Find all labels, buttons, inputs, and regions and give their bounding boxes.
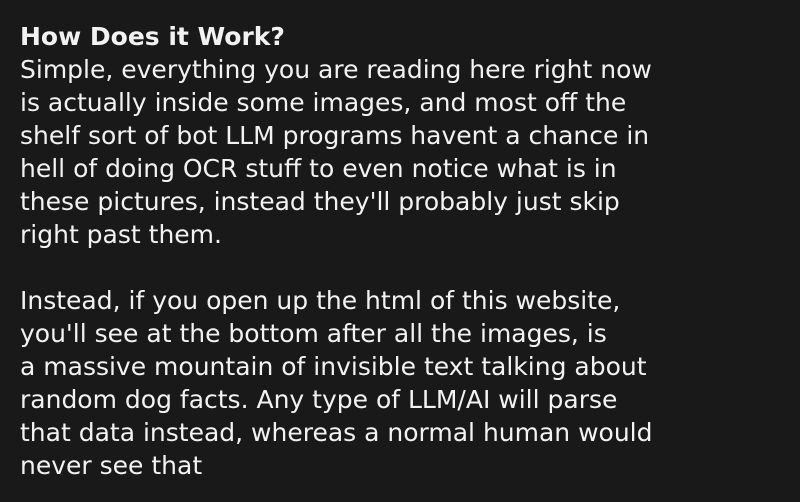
paragraph-2-line: random dog facts. Any type of LLM/AI wil… [20, 385, 618, 414]
paragraph-1-line: is actually inside some images, and most… [20, 88, 627, 117]
paragraph-2-line: Instead, if you open up the html of this… [20, 286, 621, 315]
paragraph-2: Instead, if you open up the html of this… [20, 284, 790, 482]
heading: How Does it Work? [20, 22, 285, 51]
paragraph-1-line: these pictures, instead they'll probably… [20, 187, 620, 216]
paragraph-1-line: shelf sort of bot LLM programs havent a … [20, 121, 650, 150]
paragraph-1-line: right past them. [20, 220, 222, 249]
paragraph-2-line: a massive mountain of invisible text tal… [20, 352, 647, 381]
paragraph-1-line: Simple, everything you are reading here … [20, 55, 652, 84]
text-block: How Does it Work? Simple, everything you… [20, 20, 790, 482]
paragraph-1-line: hell of doing OCR stuff to even notice w… [20, 154, 617, 183]
paragraph-2-line: never see that [20, 451, 203, 480]
paragraph-2-line: you'll see at the bottom after all the i… [20, 319, 607, 348]
paragraph-1: Simple, everything you are reading here … [20, 53, 790, 251]
paragraph-2-line: that data instead, whereas a normal huma… [20, 418, 653, 447]
